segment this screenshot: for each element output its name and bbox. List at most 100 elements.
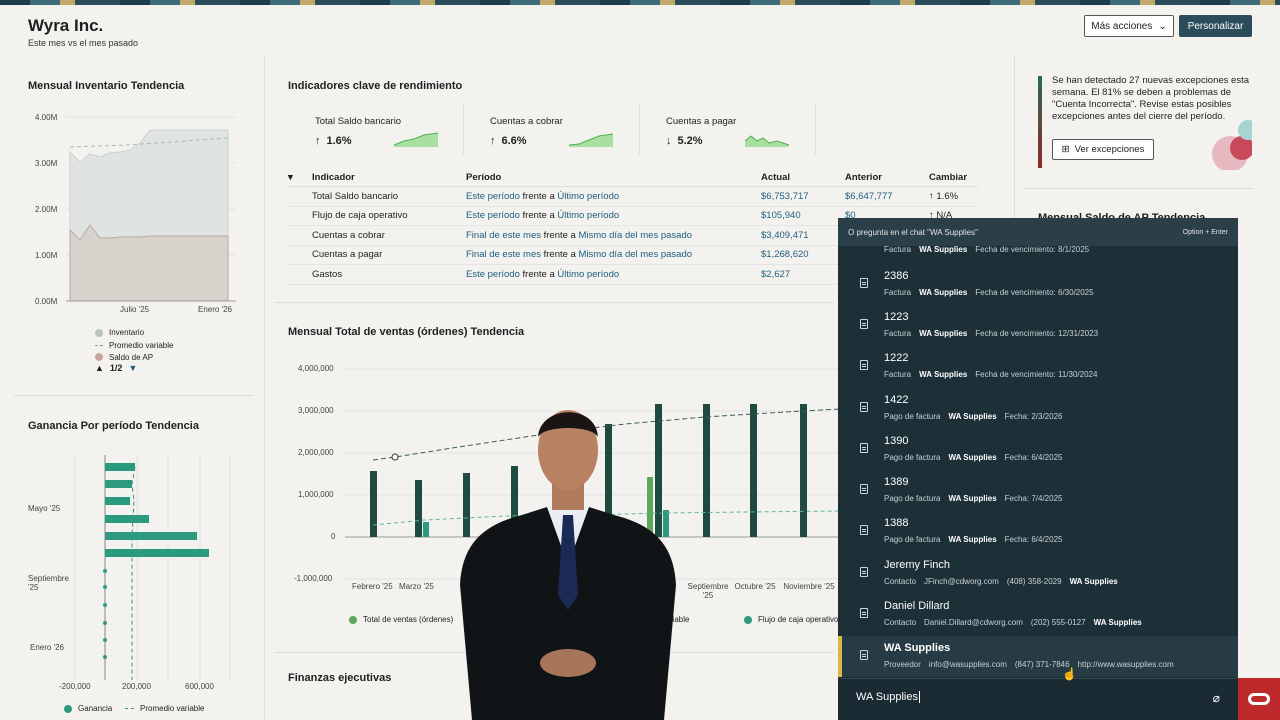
row-period: Este período frente a Último período <box>466 206 761 226</box>
y-tick: 3,000,000 <box>298 406 334 415</box>
x-tick: Marzo '25 <box>399 582 434 591</box>
column-header: Indicador <box>312 169 466 187</box>
result-title: 2386 <box>884 270 909 282</box>
row-previous[interactable]: $6,647,777 <box>845 186 929 207</box>
legend-pager[interactable]: ▲ 1/2 ▼ <box>95 363 137 373</box>
document-icon <box>860 360 868 370</box>
legend-item: Total de ventas (órdenes) <box>349 615 453 624</box>
row-actual[interactable]: $3,409,471 <box>761 225 845 246</box>
column-header: Actual <box>761 169 845 187</box>
result-item[interactable]: 1388 Pago de factura WA Supplies Fecha: 6/… <box>838 511 1238 552</box>
kpi-sparkline <box>745 135 789 147</box>
y-tick: 1,000,000 <box>298 490 334 499</box>
result-item[interactable]: 1389 Pago de factura WA Supplies Fecha: 7/… <box>838 470 1238 511</box>
result-contact[interactable]: Jeremy Finch Contacto JFinch@cdworg.com (4… <box>838 553 1238 594</box>
row-change: ↑ 1.6% <box>929 186 978 207</box>
row-actual[interactable]: $105,940 <box>761 206 845 226</box>
period-link[interactable]: Último período <box>557 269 619 280</box>
arrow-up-icon: ▲ <box>95 363 104 373</box>
column-header: Período <box>466 169 761 187</box>
legend-item: Promedio variable <box>125 704 204 713</box>
row-period: Final de este mes frente a Mismo día del… <box>466 225 761 246</box>
period-link[interactable]: Último período <box>557 191 619 202</box>
x-tick: Noviembre '25 <box>783 582 835 591</box>
view-exceptions-button[interactable]: ⊞ Ver excepciones <box>1052 139 1154 160</box>
period-link[interactable]: Mismo día del mes pasado <box>578 249 692 260</box>
document-icon <box>860 443 868 453</box>
y-tick: 0 <box>331 532 336 541</box>
x-tick: Febrero '25 <box>352 582 393 591</box>
document-icon <box>860 650 868 660</box>
table-header-row: ▾ Indicador Período Actual Anterior Camb… <box>288 169 978 187</box>
more-actions-label: Más acciones <box>1091 20 1153 32</box>
result-item[interactable]: 2386 Factura WA Supplies Fecha de vencimie… <box>838 264 1238 305</box>
personalize-button[interactable]: Personalizar <box>1179 15 1252 37</box>
chat-prompt-label[interactable]: O pregunta en el chat "WA Supplies" <box>848 228 978 237</box>
presenter-figure <box>460 410 676 720</box>
result-title: 1388 <box>884 517 909 529</box>
decorative-illustration <box>1212 120 1252 170</box>
kpi-tile-bank[interactable]: Total Saldo bancario ↑ 1.6% <box>315 116 401 147</box>
kpi-tile-payables[interactable]: Cuentas a pagar ↓ 5.2% <box>666 116 736 147</box>
period-link[interactable]: Este período <box>466 269 520 280</box>
period-link[interactable]: Final de este mes <box>466 249 541 260</box>
kpi-card-title: Indicadores clave de rendimiento <box>288 80 463 92</box>
period-link[interactable]: Este período <box>466 191 520 202</box>
y-tick: -1,000,000 <box>294 574 333 583</box>
row-actual[interactable]: $2,627 <box>761 264 845 285</box>
row-actual[interactable]: $1,268,620 <box>761 245 845 265</box>
document-icon <box>860 319 868 329</box>
attach-icon[interactable]: ⌀ <box>1213 691 1220 705</box>
result-partial[interactable]: Factura WA Supplies Fecha de vencimiento: … <box>838 241 1238 259</box>
more-actions-button[interactable]: Más acciones ⌄ <box>1084 15 1174 37</box>
period-link[interactable]: Último período <box>557 210 619 221</box>
shortcut-hint: Option + Enter <box>1182 228 1228 236</box>
exec-card-title: Finanzas ejecutivas <box>288 672 392 684</box>
result-title: Daniel Dillard <box>884 600 950 612</box>
result-supplier-selected[interactable]: WA Supplies Proveedor info@wasupplies.com… <box>838 636 1238 677</box>
kpi-tile-value: 1.6% <box>326 135 352 147</box>
document-icon <box>860 525 868 535</box>
period-link[interactable]: Este período <box>466 210 520 221</box>
result-contact[interactable]: Daniel Dillard Contacto Daniel.Dillard@cd… <box>838 594 1238 635</box>
page-subtitle: Este mes vs el mes pasado <box>28 38 139 48</box>
y-category: Mayo '25 <box>28 504 61 513</box>
result-item[interactable]: 1222 Factura WA Supplies Fecha de vencimie… <box>838 346 1238 387</box>
kpi-tile-name: Cuentas a cobrar <box>490 116 563 127</box>
oracle-logo-icon[interactable] <box>1238 678 1280 720</box>
row-divider <box>14 395 254 396</box>
result-title: WA Supplies <box>884 642 951 654</box>
page-header: Wyra Inc. Este mes vs el mes pasado Más … <box>0 5 1280 55</box>
sales-card-title: Mensual Total de ventas (órdenes) Tenden… <box>288 326 525 338</box>
table-row[interactable]: Total Saldo bancario Este período frente… <box>288 186 978 207</box>
arrow-down-icon: ↓ <box>666 135 672 147</box>
column-header: Anterior <box>845 169 929 187</box>
kpi-tile-name: Total Saldo bancario <box>315 116 402 127</box>
x-tick: 600,000 <box>185 682 214 691</box>
view-exceptions-label: Ver excepciones <box>1074 144 1145 155</box>
search-input[interactable]: WA Supplies ⌀ <box>838 678 1238 720</box>
exceptions-icon: ⊞ <box>1061 144 1070 155</box>
result-item[interactable]: 1390 Pago de factura WA Supplies Fecha: 6/… <box>838 429 1238 470</box>
result-item[interactable]: 1223 Factura WA Supplies Fecha de vencimie… <box>838 305 1238 346</box>
row-period: Este período frente a Último período <box>466 186 761 207</box>
row-actual[interactable]: $6,753,717 <box>761 186 845 207</box>
kpi-tile-receivables[interactable]: Cuentas a cobrar ↑ 6.6% <box>490 116 563 147</box>
row-indicator: Cuentas a cobrar <box>312 225 466 246</box>
result-item[interactable]: 1422 Pago de factura WA Supplies Fecha: 2/… <box>838 388 1238 429</box>
legend-item: Promedio variable <box>95 341 173 350</box>
inventory-card-title: Mensual Inventario Tendencia <box>28 80 185 92</box>
legend-item: Saldo de AP <box>95 353 153 361</box>
arrow-down-icon: ▼ <box>128 363 138 373</box>
period-link[interactable]: Final de este mes <box>466 230 541 241</box>
row-indicator: Total Saldo bancario <box>312 186 466 207</box>
period-link[interactable]: Mismo día del mes pasado <box>578 230 692 241</box>
row-divider <box>1024 188 1254 189</box>
collapse-icon[interactable]: ▾ <box>288 169 312 187</box>
kpi-tile-name: Cuentas a pagar <box>666 116 737 127</box>
column-header: Cambiar <box>929 169 978 187</box>
kpi-divider <box>463 103 464 155</box>
legend-item: Inventario <box>95 328 144 337</box>
document-icon <box>860 608 868 618</box>
result-title: 1422 <box>884 394 909 406</box>
